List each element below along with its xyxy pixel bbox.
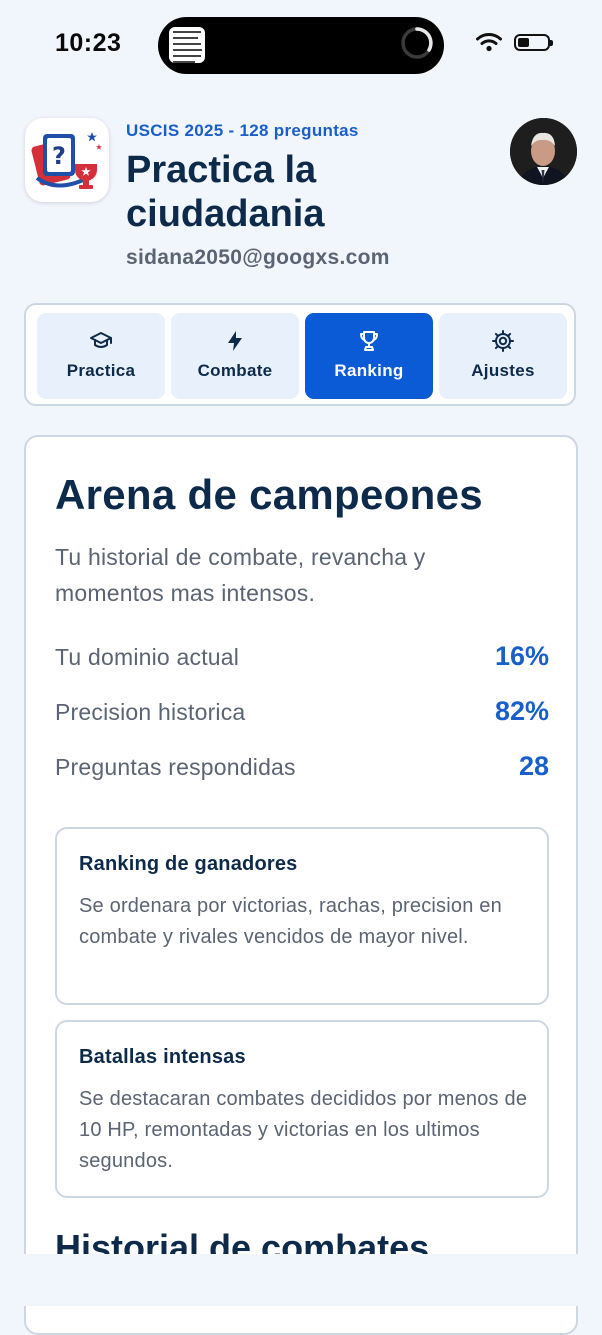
arena-description: Tu historial de combate, revancha y mome…	[55, 544, 426, 606]
battles-info-box: Batallas intensas Se destacaran combates…	[55, 1020, 549, 1198]
island-thumbnail	[169, 27, 205, 63]
graduation-cap-icon	[90, 332, 112, 348]
tab-ajustes[interactable]: Ajustes	[439, 313, 567, 399]
tab-label: Ranking	[334, 361, 404, 380]
svg-text:?: ?	[52, 142, 66, 170]
stat-value: 28	[518, 751, 549, 781]
battles-box-text: Se destacaran combates decididos por men…	[79, 1088, 528, 1172]
stat-row-precision: Precision historica 82%	[55, 696, 549, 739]
user-avatar[interactable]	[510, 118, 577, 185]
ranking-box-text: Se ordenara por victorias, rachas, preci…	[79, 895, 502, 948]
stat-value: 82%	[494, 696, 549, 726]
gear-icon	[492, 330, 514, 352]
tab-label: Combate	[197, 361, 273, 380]
activity-ring-icon	[401, 27, 433, 59]
status-bar: 10:23	[0, 0, 602, 90]
stat-label: Tu dominio actual	[55, 644, 240, 670]
battles-box-title: Batallas intensas	[79, 1046, 246, 1068]
app-subtitle: USCIS 2025 - 128 preguntas	[126, 121, 359, 140]
stat-label: Precision historica	[55, 699, 246, 725]
home-indicator-area	[0, 1254, 602, 1306]
arena-card: Arena de campeones Tu historial de comba…	[24, 435, 578, 1335]
dynamic-island	[158, 17, 444, 74]
status-time: 10:23	[55, 29, 122, 57]
page-title: Practica la ciudadania	[126, 149, 325, 235]
tab-combate[interactable]: Combate	[171, 313, 299, 399]
tab-bar: Practica Combate Ranking Ajustes	[24, 303, 576, 406]
ranking-box-title: Ranking de ganadores	[79, 853, 298, 875]
wifi-icon	[476, 33, 502, 52]
stat-row-dominio: Tu dominio actual 16%	[55, 641, 549, 684]
stat-row-preguntas: Preguntas respondidas 28	[55, 751, 549, 794]
trophy-icon	[360, 331, 378, 351]
ranking-info-box: Ranking de ganadores Se ordenara por vic…	[55, 827, 549, 1005]
battery-icon	[514, 33, 553, 51]
lightning-icon	[228, 331, 242, 351]
stat-label: Preguntas respondidas	[55, 754, 296, 780]
app-header: ? USCIS 2025 - 128 preguntas Practica la…	[25, 118, 577, 288]
tab-ranking[interactable]: Ranking	[305, 313, 433, 399]
stat-value: 16%	[494, 641, 549, 671]
arena-title: Arena de campeones	[55, 471, 483, 518]
user-email: sidana2050@googxs.com	[126, 246, 390, 269]
app-logo-icon: ?	[25, 118, 109, 202]
tab-label: Ajustes	[471, 361, 535, 380]
tab-practica[interactable]: Practica	[37, 313, 165, 399]
tab-label: Practica	[66, 361, 136, 380]
